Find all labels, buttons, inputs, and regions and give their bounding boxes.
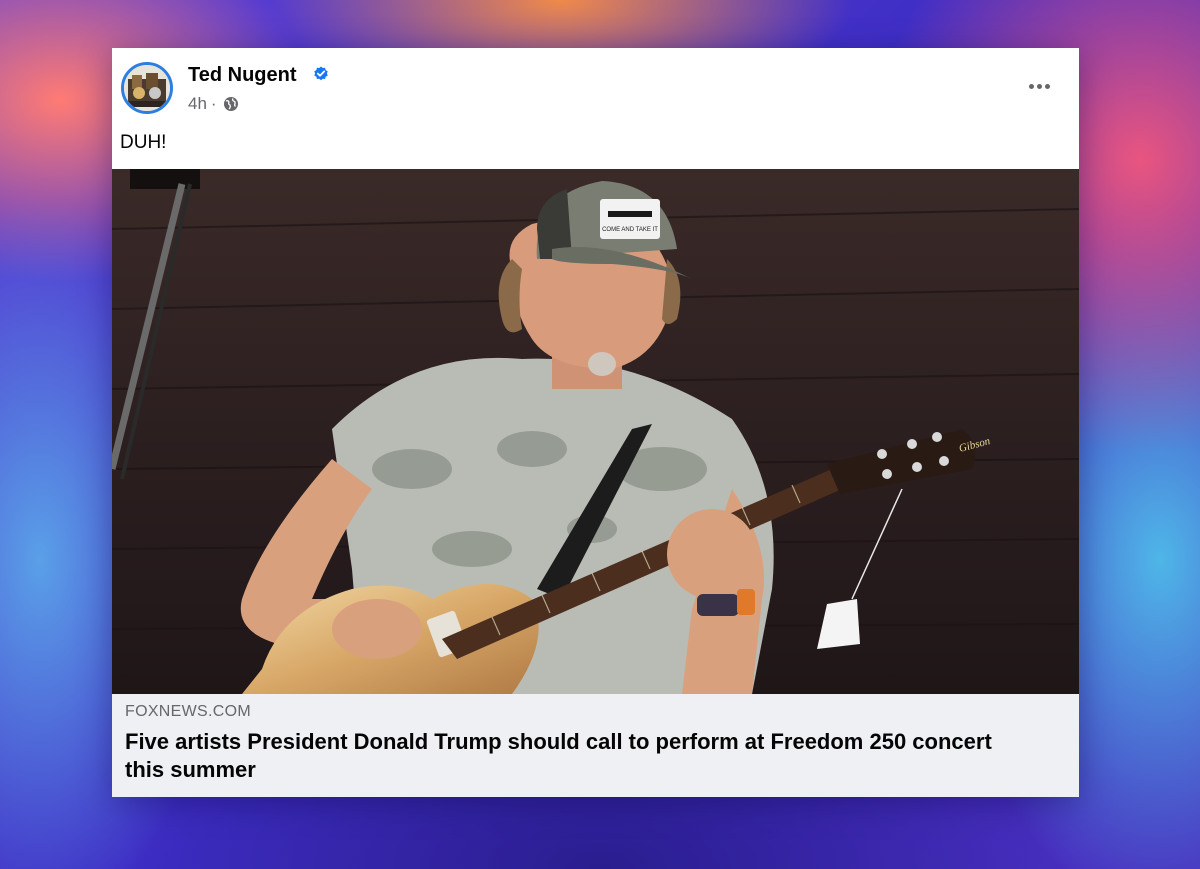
post-time[interactable]: 4h — [188, 94, 207, 114]
link-preview[interactable]: FOXNEWS.COM Five artists President Donal… — [112, 694, 1079, 797]
meta-separator: · — [210, 94, 217, 113]
author-name[interactable]: Ted Nugent — [188, 64, 297, 87]
author-avatar[interactable] — [121, 62, 173, 114]
more-dot-icon — [1036, 83, 1042, 89]
link-domain: FOXNEWS.COM — [125, 703, 251, 720]
facebook-post-card: Ted Nugent 4h · DUH! COME AND TAKE IT Gi… — [112, 48, 1079, 797]
cap-patch-text: COME AND TAKE IT — [602, 227, 658, 233]
more-options-button[interactable] — [1019, 74, 1059, 98]
link-headline[interactable]: Five artists President Donald Trump shou… — [125, 728, 1025, 784]
more-dot-icon — [1028, 83, 1034, 89]
post-photo[interactable]: COME AND TAKE IT Gibson — [112, 169, 1079, 694]
guitarist-photo: COME AND TAKE IT Gibson — [112, 169, 1079, 694]
globe-icon[interactable] — [223, 96, 239, 112]
post-meta: 4h · — [188, 94, 239, 114]
avatar-image — [124, 65, 170, 111]
more-dot-icon — [1044, 83, 1050, 89]
verified-badge-icon — [314, 66, 328, 81]
post-text: DUH! — [120, 132, 167, 153]
